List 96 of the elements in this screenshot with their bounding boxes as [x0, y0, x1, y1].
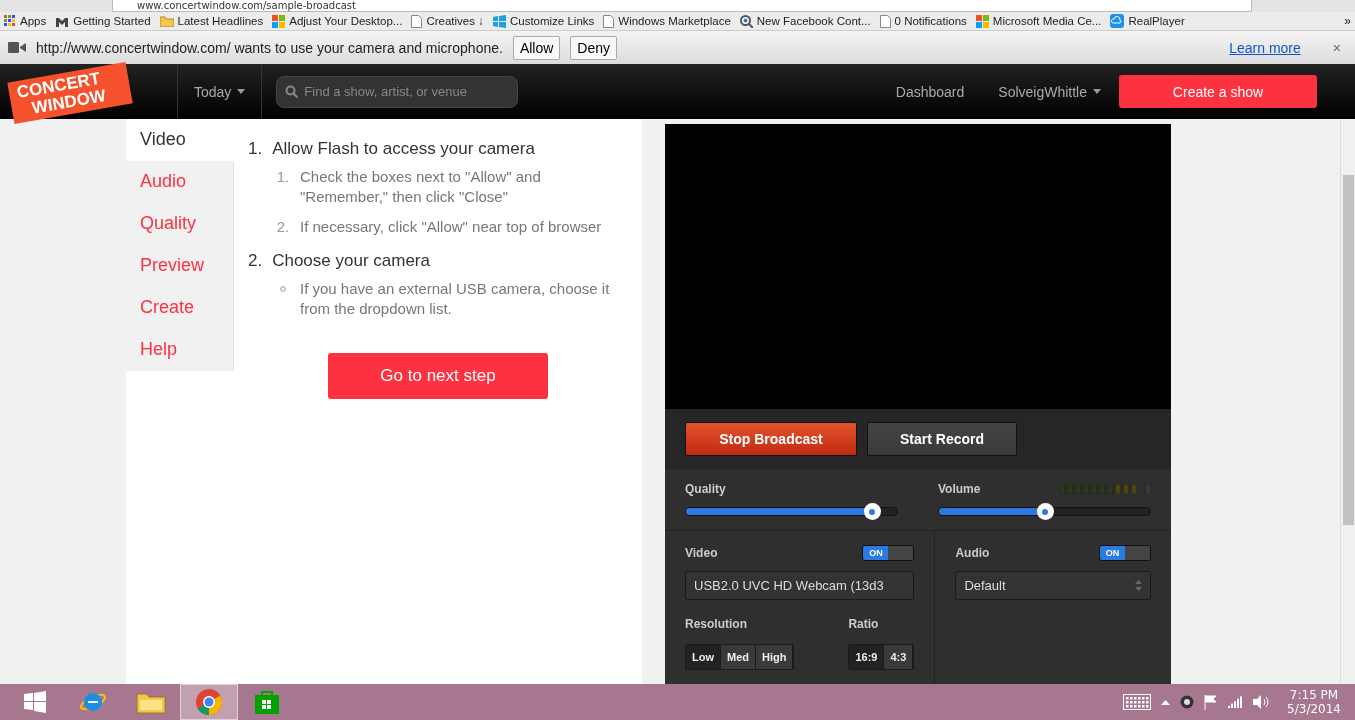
search-field[interactable]: Find a show, artist, or venue [276, 75, 519, 108]
stop-broadcast-button[interactable]: Stop Broadcast [685, 422, 857, 456]
next-step-button[interactable]: Go to next step [328, 353, 548, 399]
toggle-switch[interactable]: ON [862, 545, 915, 561]
signal-bars-icon[interactable] [1228, 696, 1244, 708]
bookmark-label: Microsoft Media Ce... [992, 15, 1102, 27]
resolution-option[interactable]: Med [721, 645, 756, 669]
address-bar[interactable]: www.concertwindow.com/sample-broadcast [112, 0, 1252, 12]
folder-icon [136, 690, 166, 714]
level-meter-icon [1059, 484, 1151, 494]
bookmark[interactable]: Latest Headlines [159, 15, 264, 27]
folder-icon [159, 15, 174, 27]
toggle-switch[interactable]: ON [1099, 545, 1151, 561]
bookmark[interactable]: Customize Links [492, 14, 595, 28]
clock-time[interactable]: 7:15 PM [1289, 688, 1339, 702]
bookmark[interactable]: New Facebook Cont... [739, 14, 871, 28]
windows-logo-icon [492, 14, 506, 28]
bullet-icon [280, 286, 286, 292]
search-placeholder: Find a show, artist, or venue [304, 84, 467, 99]
four-squares-icon [272, 14, 286, 28]
nav-tab[interactable]: Video [126, 119, 234, 161]
step-number: 2. [248, 251, 263, 271]
resolution-option[interactable]: Low [686, 645, 721, 669]
bookmark[interactable]: RealPlayer [1110, 14, 1185, 28]
option-label: Ratio [848, 617, 879, 631]
audio-select[interactable]: Default [955, 571, 1151, 600]
step-instruction: If you have an external USB camera, choose it from the dropdown list. [300, 279, 611, 319]
ratio-option[interactable]: 16:9 [849, 645, 885, 669]
apps-grid-icon [4, 15, 16, 27]
step-instruction: If necessary, click "Allow" near top of browser [300, 217, 602, 237]
resolution-option[interactable]: High [756, 645, 794, 669]
bookmark[interactable]: 0 Notifications [879, 14, 967, 28]
taskbar-app[interactable] [180, 684, 238, 720]
keyboard-icon[interactable] [1123, 694, 1152, 710]
windows-start-icon [24, 691, 46, 713]
bookmark-label: Adjust Your Desktop... [289, 15, 403, 27]
flag-icon[interactable] [1204, 694, 1219, 710]
dashboard-link[interactable]: Dashboard [895, 83, 965, 100]
bookmark[interactable]: Getting Started [55, 15, 151, 27]
permission-button[interactable]: Allow [512, 35, 561, 60]
slider-thumb[interactable] [863, 503, 881, 520]
close-button[interactable]: × [1332, 39, 1341, 56]
clock-date[interactable]: 5/3/2014 [1287, 702, 1341, 716]
page-icon [879, 14, 891, 28]
page-icon [603, 14, 615, 28]
step-number: 1. [248, 139, 263, 159]
start-record-button[interactable]: Start Record [867, 422, 1017, 456]
substep-number: 1. [276, 167, 290, 187]
more-bookmarks-button[interactable]: » [1344, 14, 1351, 28]
scrollbar[interactable] [1340, 119, 1355, 684]
step-title: Allow Flash to access your camera [272, 139, 535, 159]
bookmark-label: Creatives ↓ [426, 15, 484, 27]
bookmark-label: Windows Marketplace [618, 15, 731, 27]
chrome-logo-icon [195, 688, 223, 716]
user-menu[interactable]: SolveigWhittle [998, 83, 1101, 100]
magnifier-icon [739, 14, 753, 28]
camera-select[interactable]: USB2.0 UVC HD Webcam (13d3 [685, 571, 915, 600]
substep-number: 2. [276, 217, 290, 237]
updown-arrows-icon [1135, 580, 1142, 591]
permission-message: http://www.concertwindow.com/ wants to use your camera and microphone. [36, 39, 503, 56]
m-logo-icon [55, 15, 70, 27]
section-label: Video [685, 546, 718, 560]
bookmark-label: New Facebook Cont... [756, 15, 871, 27]
caret-icon [237, 89, 246, 94]
four-squares-icon [975, 14, 989, 28]
slider-label: Volume [938, 482, 981, 496]
learn-more-link[interactable]: Learn more [1229, 39, 1301, 56]
section-label: Audio [955, 546, 990, 560]
caret-icon [1093, 89, 1101, 94]
shopping-bag-icon [254, 689, 280, 715]
search-icon [285, 85, 299, 98]
bookmark-label: Apps [20, 15, 47, 27]
bookmark[interactable]: Windows Marketplace [603, 14, 731, 28]
up-arrow-icon[interactable] [1161, 699, 1171, 705]
cloud-icon [1110, 14, 1125, 28]
bookmark-label: 0 Notifications [894, 15, 967, 27]
bookmark[interactable]: Microsoft Media Ce... [975, 14, 1102, 28]
slider-thumb[interactable] [1036, 503, 1054, 520]
camera-icon [8, 42, 26, 53]
create-show-button[interactable]: Create a show [1119, 75, 1317, 108]
speaker-icon[interactable] [1253, 695, 1270, 709]
bookmark[interactable]: Adjust Your Desktop... [272, 14, 403, 28]
ratio-option[interactable]: 4:3 [884, 645, 914, 669]
bookmark[interactable]: Apps [4, 15, 47, 27]
page-icon [411, 14, 423, 28]
permission-button[interactable]: Deny [570, 35, 618, 60]
bookmark-label: Latest Headlines [177, 15, 264, 27]
circle-icon[interactable] [1180, 695, 1195, 709]
step-instruction: Check the boxes next to "Allow" and "Remember," then click "Close" [300, 167, 542, 207]
step-title: Choose your camera [272, 251, 430, 271]
slider-label: Quality [685, 482, 726, 496]
bookmark-label: RealPlayer [1128, 15, 1185, 27]
bookmark-label: Getting Started [73, 15, 151, 27]
bookmark-label: Customize Links [509, 15, 595, 27]
bookmark[interactable]: Creatives ↓ [411, 14, 484, 28]
option-label: Resolution [685, 617, 747, 631]
